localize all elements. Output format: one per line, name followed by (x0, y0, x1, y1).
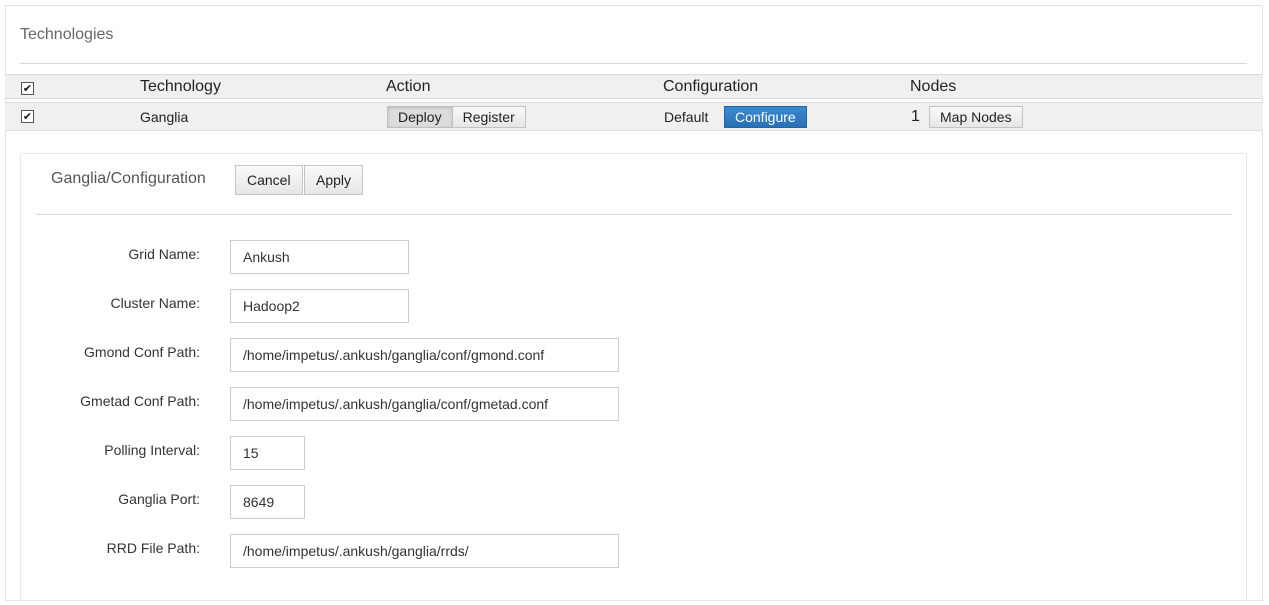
row-checkbox-ganglia[interactable]: ✔ (21, 110, 34, 123)
configuration-value: Default (664, 108, 709, 125)
cancel-button[interactable]: Cancel (235, 165, 303, 195)
title-divider (20, 63, 1247, 64)
cluster-name-input[interactable]: Hadoop2 (230, 289, 409, 323)
grid-name-input[interactable]: Ankush (230, 240, 409, 274)
column-header-nodes: Nodes (910, 77, 957, 95)
apply-button[interactable]: Apply (304, 165, 364, 195)
table-row: ✔ Ganglia Deploy Register Default Config… (5, 102, 1263, 131)
gmetad-conf-path-label: Gmetad Conf Path: (80, 393, 200, 409)
action-button-group: Deploy Register (387, 103, 526, 130)
technology-name: Ganglia (140, 108, 189, 125)
configure-button[interactable]: Configure (724, 105, 807, 128)
grid-name-label: Grid Name: (128, 246, 200, 262)
node-count: 1 (911, 107, 920, 125)
gmond-conf-path-label: Gmond Conf Path: (84, 344, 200, 360)
configuration-divider (36, 214, 1232, 215)
map-nodes-button[interactable]: Map Nodes (929, 105, 1023, 128)
rrd-file-path-label: RRD File Path: (106, 540, 200, 556)
column-header-technology: Technology (140, 77, 221, 95)
polling-interval-label: Polling Interval: (104, 442, 200, 458)
configuration-panel: Ganglia/Configuration Cancel Apply Grid … (20, 153, 1247, 601)
page-title: Technologies (20, 26, 114, 43)
cluster-name-label: Cluster Name: (110, 295, 200, 311)
register-button[interactable]: Register (452, 105, 526, 128)
polling-interval-input[interactable]: 15 (230, 436, 305, 470)
checkmark-icon: ✔ (22, 82, 33, 95)
rrd-file-path-input[interactable]: /home/impetus/.ankush/ganglia/rrds/ (230, 534, 619, 568)
checkmark-icon: ✔ (22, 110, 33, 123)
deploy-button[interactable]: Deploy (387, 105, 453, 128)
gmetad-conf-path-input[interactable]: /home/impetus/.ankush/ganglia/conf/gmeta… (230, 387, 619, 421)
gmond-conf-path-input[interactable]: /home/impetus/.ankush/ganglia/conf/gmond… (230, 338, 619, 372)
ganglia-port-label: Ganglia Port: (118, 491, 200, 507)
table-header-row: ✔ Technology Action Configuration Nodes (5, 74, 1263, 99)
column-header-action: Action (386, 77, 431, 95)
column-header-configuration: Configuration (663, 77, 759, 95)
select-all-checkbox[interactable]: ✔ (21, 82, 34, 95)
ganglia-port-input[interactable]: 8649 (230, 485, 305, 519)
configuration-title: Ganglia/Configuration (51, 170, 206, 187)
